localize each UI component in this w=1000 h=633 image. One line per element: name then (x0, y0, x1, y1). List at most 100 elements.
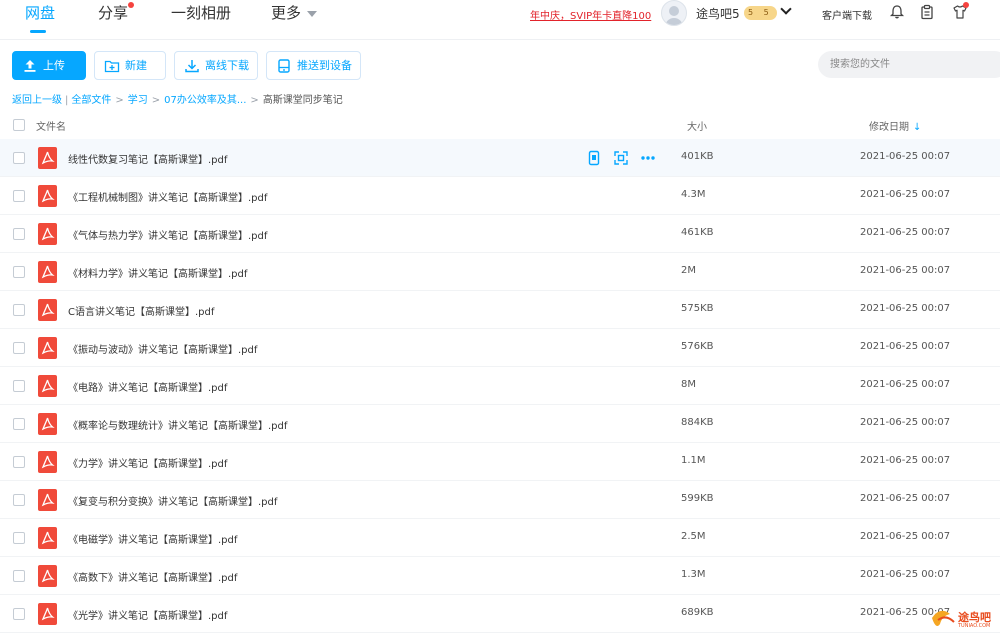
row-checkbox[interactable] (13, 494, 25, 506)
file-modified-date: 2021-06-25 00:07 (860, 493, 951, 504)
row-checkbox[interactable] (13, 608, 25, 620)
offline-download-button[interactable]: 离线下载 (174, 51, 258, 80)
pdf-file-icon (38, 185, 57, 207)
client-download-link[interactable]: 客户端下载 (822, 7, 872, 22)
row-checkbox[interactable] (13, 228, 25, 240)
file-name[interactable]: 《光学》讲义笔记【高斯课堂】.pdf (68, 607, 227, 622)
user-menu-chevron-icon[interactable] (780, 3, 792, 15)
row-checkbox[interactable] (13, 570, 25, 582)
column-header-name[interactable]: 文件名 (36, 118, 66, 133)
upload-button[interactable]: 上传 (12, 51, 86, 80)
row-checkbox[interactable] (13, 266, 25, 278)
file-name[interactable]: 《气体与热力学》讲义笔记【高斯课堂】.pdf (68, 227, 267, 242)
file-modified-date: 2021-06-25 00:07 (860, 341, 951, 352)
file-row[interactable]: C语言讲义笔记【高斯课堂】.pdf 575KB 2021-06-25 00:07 (0, 291, 1000, 329)
row-checkbox[interactable] (13, 456, 25, 468)
pdf-file-icon (38, 375, 57, 397)
file-size: 575KB (681, 303, 714, 314)
file-row[interactable]: 《材料力学》讲义笔记【高斯课堂】.pdf 2M 2021-06-25 00:07 (0, 253, 1000, 291)
row-checkbox[interactable] (13, 342, 25, 354)
push-to-device-label: 推送到设备 (297, 59, 352, 72)
breadcrumb-item-office[interactable]: 07办公效率及其... (164, 95, 246, 106)
file-name[interactable]: 《电路》讲义笔记【高斯课堂】.pdf (68, 379, 227, 394)
row-checkbox[interactable] (13, 304, 25, 316)
upload-label: 上传 (43, 59, 65, 72)
search-input[interactable] (818, 51, 1000, 78)
file-modified-date: 2021-06-25 00:07 (860, 531, 951, 542)
clipboard-icon[interactable] (919, 4, 935, 20)
file-size: 1.1M (681, 455, 706, 466)
breadcrumb-separator: > (250, 95, 259, 106)
offline-download-label: 离线下载 (205, 59, 249, 72)
file-name[interactable]: 《材料力学》讲义笔记【高斯课堂】.pdf (68, 265, 247, 280)
file-modified-date: 2021-06-25 00:07 (860, 265, 951, 276)
bell-icon[interactable] (889, 4, 905, 20)
file-modified-date: 2021-06-25 00:07 (860, 417, 951, 428)
sort-descending-icon: ↓ (913, 122, 922, 133)
pdf-file-icon (38, 261, 57, 283)
breadcrumb-back-link[interactable]: 返回上一级 (12, 95, 62, 106)
file-name[interactable]: 《高数下》讲义笔记【高斯课堂】.pdf (68, 569, 237, 584)
tab-share[interactable]: 分享 (98, 4, 128, 28)
file-row[interactable]: 《气体与热力学》讲义笔记【高斯课堂】.pdf 461KB 2021-06-25 … (0, 215, 1000, 253)
push-device-icon[interactable] (586, 150, 602, 166)
file-size: 576KB (681, 341, 714, 352)
file-name[interactable]: 《概率论与数理统计》讲义笔记【高斯课堂】.pdf (68, 417, 287, 432)
username[interactable]: 途鸟吧5 (696, 5, 740, 22)
top-navigation: 网盘 分享 一刻相册 更多 年中庆，SVIP年卡直降100 途鸟吧5 5 5 客… (0, 0, 1000, 40)
file-name[interactable]: 《振动与波动》讲义笔记【高斯课堂】.pdf (68, 341, 257, 356)
pdf-file-icon (38, 337, 57, 359)
row-checkbox[interactable] (13, 418, 25, 430)
pdf-file-icon (38, 565, 57, 587)
file-row[interactable]: 《复变与积分变换》讲义笔记【高斯课堂】.pdf 599KB 2021-06-25… (0, 481, 1000, 519)
select-all-checkbox[interactable] (13, 119, 25, 131)
column-header-date[interactable]: 修改日期 ↓ (869, 118, 921, 133)
file-name[interactable]: 《工程机械制图》讲义笔记【高斯课堂】.pdf (68, 189, 267, 204)
row-checkbox[interactable] (13, 190, 25, 202)
breadcrumb-item-study[interactable]: 学习 (128, 95, 148, 106)
file-name[interactable]: 《电磁学》讲义笔记【高斯课堂】.pdf (68, 531, 237, 546)
file-row[interactable]: 《光学》讲义笔记【高斯课堂】.pdf 689KB 2021-06-25 00:0… (0, 595, 1000, 633)
push-to-device-button[interactable]: 推送到设备 (266, 51, 361, 80)
row-checkbox[interactable] (13, 532, 25, 544)
file-row[interactable]: 《力学》讲义笔记【高斯课堂】.pdf 1.1M 2021-06-25 00:07 (0, 443, 1000, 481)
column-header-size[interactable]: 大小 (687, 118, 707, 133)
pdf-file-icon (38, 451, 57, 473)
file-row[interactable]: 《概率论与数理统计》讲义笔记【高斯课堂】.pdf 884KB 2021-06-2… (0, 405, 1000, 443)
column-header-date-label: 修改日期 (869, 122, 909, 133)
share-link-icon[interactable] (613, 150, 629, 166)
pdf-file-icon (38, 223, 57, 245)
pdf-file-icon (38, 527, 57, 549)
row-checkbox[interactable] (13, 152, 25, 164)
more-options-icon[interactable] (640, 150, 656, 166)
file-row[interactable]: 《电磁学》讲义笔记【高斯课堂】.pdf 2.5M 2021-06-25 00:0… (0, 519, 1000, 557)
tab-netdisk[interactable]: 网盘 (25, 4, 55, 28)
file-row[interactable]: 《工程机械制图》讲义笔记【高斯课堂】.pdf 4.3M 2021-06-25 0… (0, 177, 1000, 215)
promo-link[interactable]: 年中庆，SVIP年卡直降100 (530, 7, 651, 22)
file-size: 461KB (681, 227, 714, 238)
file-name[interactable]: C语言讲义笔记【高斯课堂】.pdf (68, 303, 214, 318)
new-folder-icon (104, 60, 120, 73)
pdf-file-icon (38, 489, 57, 511)
new-folder-button[interactable]: 新建 (94, 51, 166, 80)
pdf-file-icon (38, 413, 57, 435)
file-row[interactable]: 线性代数复习笔记【高斯课堂】.pdf 401KB 2021-06-25 00:0… (0, 139, 1000, 177)
file-row[interactable]: 《电路》讲义笔记【高斯课堂】.pdf 8M 2021-06-25 00:07 (0, 367, 1000, 405)
file-modified-date: 2021-06-25 00:07 (860, 455, 951, 466)
row-checkbox[interactable] (13, 380, 25, 392)
file-modified-date: 2021-06-25 00:07 (860, 303, 951, 314)
avatar[interactable] (661, 0, 687, 26)
breadcrumb-separator: > (151, 95, 161, 106)
file-size: 884KB (681, 417, 714, 428)
tab-more[interactable]: 更多 (271, 4, 318, 28)
file-name[interactable]: 《复变与积分变换》讲义笔记【高斯课堂】.pdf (68, 493, 277, 508)
tab-album[interactable]: 一刻相册 (171, 4, 231, 28)
breadcrumb-divider: | (65, 95, 69, 106)
breadcrumb-item-all-files[interactable]: 全部文件 (71, 95, 111, 106)
new-label: 新建 (125, 59, 147, 72)
file-row[interactable]: 《振动与波动》讲义笔记【高斯课堂】.pdf 576KB 2021-06-25 0… (0, 329, 1000, 367)
file-name[interactable]: 《力学》讲义笔记【高斯课堂】.pdf (68, 455, 227, 470)
file-row[interactable]: 《高数下》讲义笔记【高斯课堂】.pdf 1.3M 2021-06-25 00:0… (0, 557, 1000, 595)
file-name[interactable]: 线性代数复习笔记【高斯课堂】.pdf (68, 151, 227, 166)
file-size: 4.3M (681, 189, 706, 200)
